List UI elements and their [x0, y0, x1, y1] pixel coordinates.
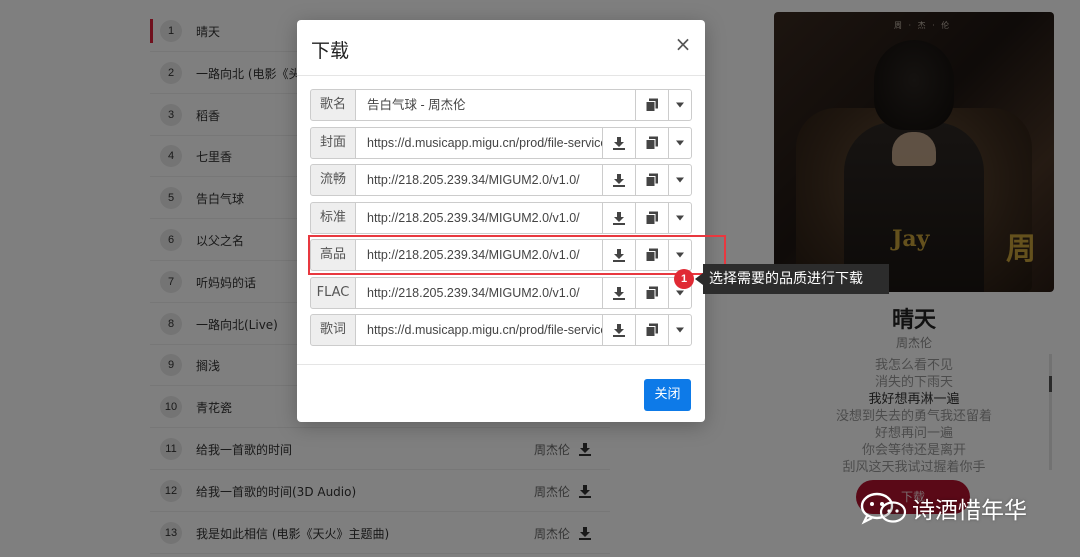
copy-button[interactable]	[635, 89, 669, 121]
download-row: 歌词 https://d.musicapp.migu.cn/prod/file-s…	[310, 314, 692, 346]
url-field[interactable]: https://d.musicapp.migu.cn/prod/file-ser…	[355, 314, 603, 346]
download-row: 封面 https://d.musicapp.migu.cn/prod/file-s…	[310, 126, 692, 159]
download-button[interactable]	[602, 314, 636, 346]
callout-label: 选择需要的品质进行下载	[703, 264, 889, 294]
dropdown-button[interactable]	[668, 201, 692, 234]
copy-button[interactable]	[635, 201, 669, 234]
download-button[interactable]	[602, 126, 636, 159]
modal-title: 下载	[311, 40, 350, 62]
download-button[interactable]	[602, 201, 636, 234]
watermark-text: 诗酒惜年华	[912, 498, 1027, 524]
row-label: 歌词	[310, 314, 356, 346]
dropdown-button[interactable]	[668, 314, 692, 346]
url-field[interactable]: http://218.205.239.34/MIGUM2.0/v1.0/	[355, 276, 603, 309]
dropdown-button[interactable]	[668, 126, 692, 159]
url-field[interactable]: http://218.205.239.34/MIGUM2.0/v1.0/	[355, 164, 603, 196]
url-field[interactable]: http://218.205.239.34/MIGUM2.0/v1.0/	[355, 201, 603, 234]
copy-button[interactable]	[635, 276, 669, 309]
row-label: 流畅	[310, 164, 356, 196]
download-modal: 下载 × 歌名 告白气球 - 周杰伦 封面 https://d.musicapp.mi…	[297, 20, 705, 422]
copy-button[interactable]	[635, 164, 669, 196]
url-field[interactable]: 告白气球 - 周杰伦	[355, 89, 637, 121]
dropdown-button[interactable]	[668, 164, 692, 196]
row-label: 封面	[310, 126, 356, 159]
download-button[interactable]	[602, 276, 636, 309]
download-row: FLAC http://218.205.239.34/MIGUM2.0/v1.0/	[310, 276, 692, 309]
modal-header: 下载 ×	[297, 20, 705, 76]
highlight-box	[308, 235, 726, 275]
callout-badge: 1	[674, 269, 694, 289]
watermark: 诗酒惜年华	[858, 490, 1027, 526]
row-label: 歌名	[310, 89, 356, 121]
copy-button[interactable]	[635, 314, 669, 346]
download-row: 歌名 告白气球 - 周杰伦	[310, 89, 692, 121]
close-icon[interactable]: ×	[673, 34, 693, 54]
download-row: 标准 http://218.205.239.34/MIGUM2.0/v1.0/	[310, 201, 692, 234]
row-label: 标准	[310, 201, 356, 234]
modal-footer: 关闭	[297, 364, 705, 422]
callout-arrow	[695, 273, 703, 285]
close-button[interactable]: 关闭	[644, 379, 691, 411]
copy-button[interactable]	[635, 126, 669, 159]
row-label: FLAC	[310, 276, 356, 309]
wechat-icon	[858, 491, 908, 525]
dropdown-button[interactable]	[668, 89, 692, 121]
url-field[interactable]: https://d.musicapp.migu.cn/prod/file-ser…	[355, 126, 603, 159]
download-row: 流畅 http://218.205.239.34/MIGUM2.0/v1.0/	[310, 164, 692, 196]
download-button[interactable]	[602, 164, 636, 196]
